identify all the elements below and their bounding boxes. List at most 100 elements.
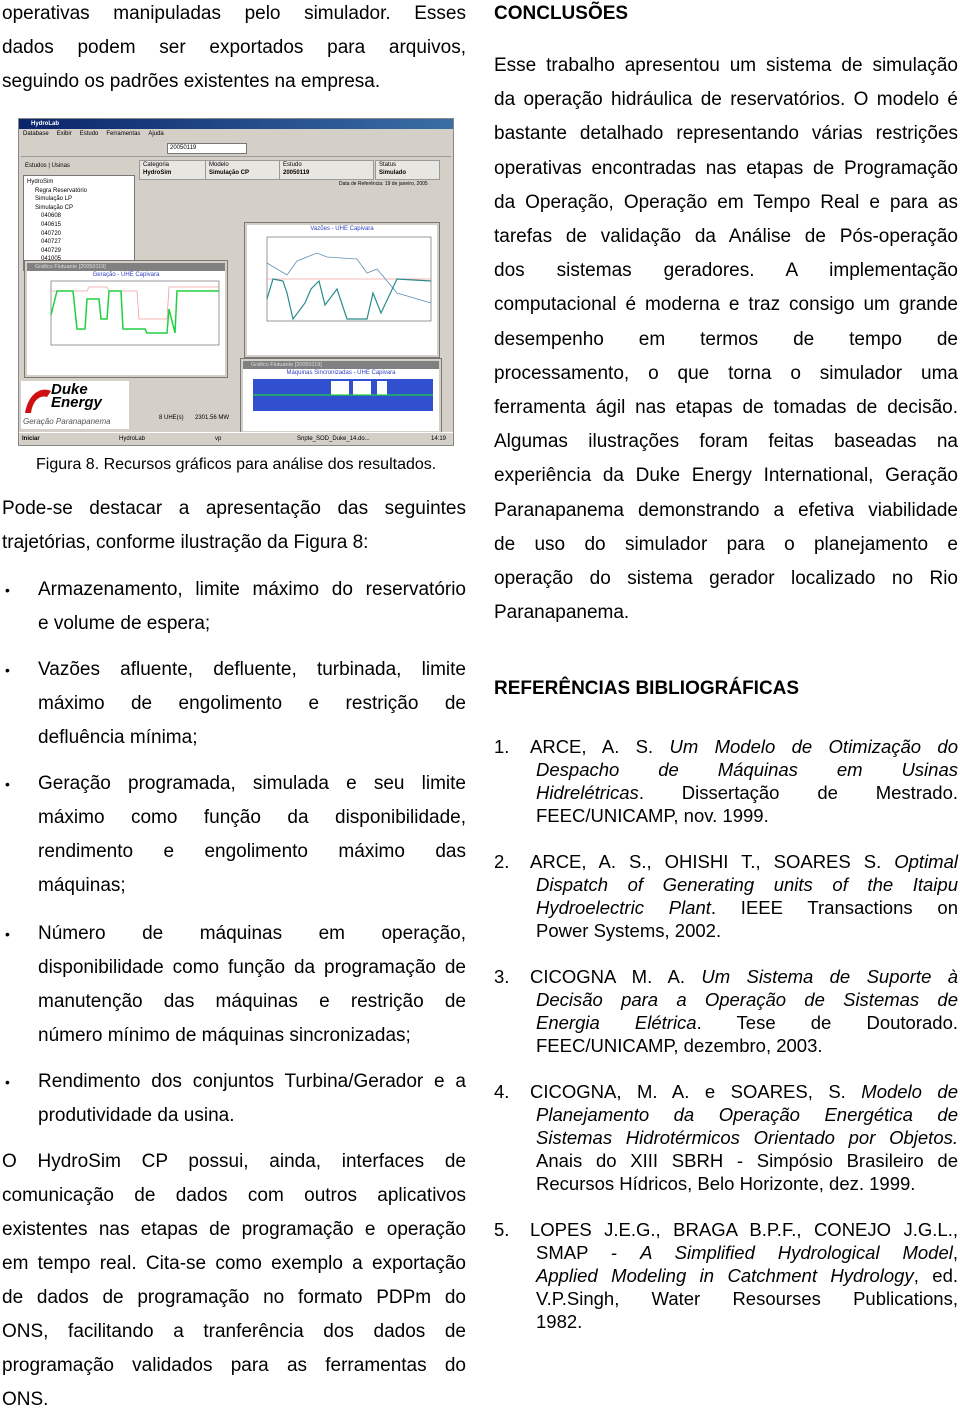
text-segment: Power Systems, 2002. (536, 920, 722, 941)
text-line: da Operação, Operação em Tempo Real e pa… (494, 191, 958, 213)
reference-line: CICOGNA, M. A. e SOARES, S. Modelo de (530, 1080, 958, 1103)
italic-title: Energia Elétrica (536, 1012, 697, 1033)
text-line: máximo como função da disponibilidade, (38, 807, 466, 828)
start-button: Iniciar (22, 436, 40, 442)
reference-line: Hydroelectric Plant. IEEE Transactions o… (536, 896, 958, 919)
float-window-title: Gráfico Flutuante [20050119] (27, 263, 225, 271)
tree-item: Simulação LP (35, 196, 73, 203)
chart-title: Vazões - UHE Capivara (310, 226, 374, 232)
clock: 14:19 (431, 436, 447, 442)
text-line: manutenção das máquinas e restrição de (38, 991, 466, 1012)
text-line: operativas encontradas nas etapas de Pro… (494, 157, 958, 179)
value: Simulado (379, 170, 407, 176)
italic-title: Um Modelo de Otimização do (669, 736, 958, 757)
taskbar: Iniciar HydroLab vp Snpte_SOD_Duke_14.do… (19, 432, 453, 445)
text-line: comunicação de dados com outros aplicati… (2, 1185, 466, 1206)
geracao-lines (50, 280, 220, 346)
duke-logo-mark-icon (25, 389, 51, 413)
text-line: Pode-se destacar a apresentação das segu… (2, 498, 466, 519)
toolbar: 20050119 (21, 140, 451, 157)
chart-geracao-window: Gráfico Flutuante [20050119] Geração - U… (25, 261, 227, 377)
text-line: trajetórias, conforme ilustração da Figu… (2, 532, 369, 553)
reference-line: ARCE, A. S. Um Modelo de Otimização do (530, 735, 958, 758)
menu-item: Database (23, 131, 49, 137)
bullet-icon: • (5, 1074, 10, 1090)
text-segment: CICOGNA, M. A. e SOARES, S. (530, 1081, 862, 1102)
text-line: computacional é moderna e traz consigo u… (494, 294, 958, 316)
chart-title: Máquinas Sincronizadas - UHE Capivara (286, 370, 396, 376)
text-line: Rendimento dos conjuntos Turbina/Gerador… (38, 1071, 466, 1092)
tree-item: Simulação CP (35, 204, 74, 211)
window-title: HydroLab (19, 119, 453, 129)
text-line: de uso do simulador para o planejamento … (494, 533, 958, 555)
reference-line: SMAP - A Simplified Hydrological Model, (536, 1241, 958, 1264)
text-line: desempenho em termos de tempo de (494, 328, 958, 350)
conclusions-paragraph: Esse trabalho apresentou um sistema de s… (494, 49, 958, 630)
logo-line: Energy (51, 394, 102, 411)
chart-maquinas-window: Gráfico Flutuante [20050119] Máquinas Si… (241, 359, 441, 433)
reference-text: ARCE, A. S., OHISHI T., SOARES S. Optima… (530, 850, 958, 942)
label: Status (379, 162, 397, 168)
paragraph: O HydroSim CP possui, ainda, interfaces … (2, 1145, 466, 1417)
text-segment: FEEC/UNICAMP, nov. 1999. (536, 805, 769, 826)
text-line: existentes nas etapas de programação e o… (2, 1219, 466, 1240)
italic-title: Modelo de (861, 1081, 958, 1102)
tree-item: 040727 (41, 239, 62, 246)
text-line: dos sistemas geradores. A implementação (494, 260, 958, 282)
task-item: HydroLab (119, 436, 146, 442)
italic-title: Applied Modeling in Catchment Hydrology (536, 1265, 914, 1286)
menu-item: Ajuda (148, 131, 164, 137)
reference-number: 3. (494, 966, 510, 987)
vazoes-lines (266, 236, 432, 322)
bullet-item: • Vazões afluente, defluente, turbinada, … (5, 653, 466, 755)
reference-number: 4. (494, 1081, 510, 1102)
tree-item: 040729 (41, 247, 62, 254)
text-line: máximo de engolimento e restrição de (38, 693, 466, 714)
header-modelo: Modelo Simulação CP (205, 160, 280, 180)
text-line: experiência da Duke Energy International… (494, 465, 958, 487)
maquinas-bars (253, 379, 433, 411)
reference-line: Applied Modeling in Catchment Hydrology,… (536, 1264, 958, 1287)
conclusions-heading: CONCLUSÕES (494, 3, 629, 24)
text-segment: V.P.Singh, Water Resourses Publications, (536, 1288, 958, 1309)
reference-text: LOPES J.E.G., BRAGA B.P.F., CONEJO J.G.L… (530, 1218, 958, 1333)
text-line: tarefas de validação da Análise de Pós-o… (494, 226, 958, 248)
label: Modelo (209, 162, 229, 168)
text-segment: Recursos Hídricos, Belo Horizonte, dez. … (536, 1173, 916, 1194)
label: Estudo (283, 162, 302, 168)
reference-number: 1. (494, 736, 510, 757)
reference-line: LOPES J.E.G., BRAGA B.P.F., CONEJO J.G.L… (530, 1218, 958, 1241)
chart-title: Geração - UHE Capivara (92, 272, 160, 278)
label: Categoria (143, 162, 170, 168)
text-line: seguindo os padrões existentes na empres… (2, 71, 381, 92)
reference-text: CICOGNA, M. A. e SOARES, S. Modelo de Pla… (530, 1080, 958, 1195)
text-line: operativas manipuladas pelo simulador. E… (2, 3, 466, 24)
reference-text: ARCE, A. S. Um Modelo de Otimização do De… (530, 735, 958, 827)
menu-bar: Database Exibir Estudo Ferramentas Ajuda (23, 130, 172, 138)
task-item: vp (215, 436, 222, 442)
reference-line: Planejamento da Operação Energética de (536, 1103, 958, 1126)
status-power: 2301.56 MW (195, 415, 230, 421)
text-line: programação validados para as ferramenta… (2, 1355, 466, 1376)
text-line: Algumas ilustrações foram feitas baseada… (494, 431, 958, 453)
header-estudo: Estudo 20050119 (279, 160, 374, 180)
reference-line: ARCE, A. S., OHISHI T., SOARES S. Optima… (530, 850, 958, 873)
text-line: rendimento e engolimento máximo das (38, 841, 466, 862)
reference-line: Energia Elétrica. Tese de Doutorado. (536, 1011, 958, 1034)
reference-line: Anais do XIII SBRH - Simpósio Brasileiro… (536, 1149, 958, 1172)
value: Simulação CP (209, 170, 250, 176)
text-segment: . IEEE Transactions on (710, 897, 958, 918)
left-tabs: Estudos | Usinas (25, 163, 70, 169)
text-segment: 1982. (536, 1311, 583, 1332)
reference-number: 2. (494, 851, 510, 872)
reference-date: Data de Referência: 19 de janeiro, 2005 (339, 181, 428, 187)
text-line: Esse trabalho apresentou um sistema de s… (494, 55, 958, 76)
logo-subtitle: Geração Paranapanema (23, 417, 111, 426)
italic-title: Despacho de Máquinas em Usinas (536, 759, 958, 780)
italic-title: Sistemas Hidrotérmicos Orientado por Obj… (536, 1127, 958, 1148)
reference-item: 5. LOPES J.E.G., BRAGA B.P.F., CONEJO J.G… (494, 1218, 958, 1333)
figure-8-screenshot: HydroLab Database Exibir Estudo Ferramentas… (18, 118, 454, 446)
bullet-item: • Geração programada, simulada e seu limi… (5, 767, 466, 903)
tree-item: HydroSim (27, 179, 54, 185)
bullet-item: • Armazenamento, limite máximo do reserva… (5, 573, 466, 641)
